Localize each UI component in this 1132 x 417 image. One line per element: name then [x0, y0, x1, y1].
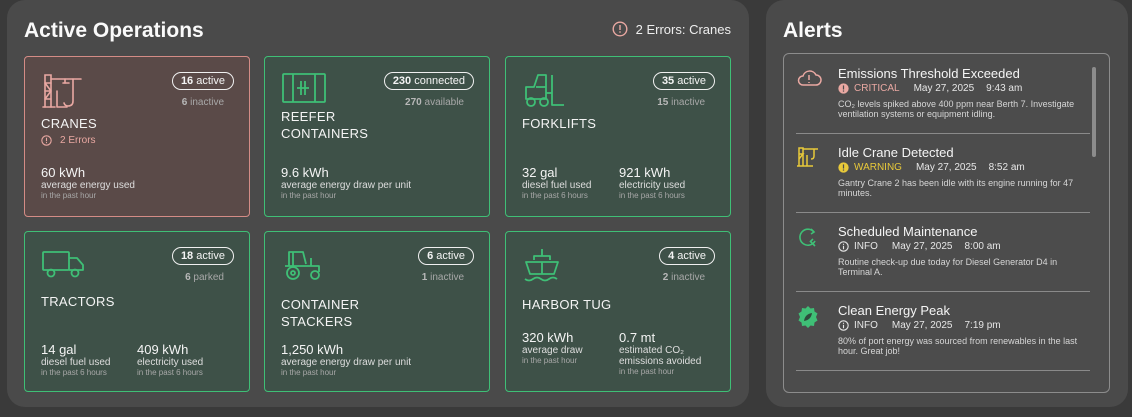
- card-title: CONTAINER STACKERS: [281, 297, 360, 329]
- crane-warning-icon: [796, 145, 824, 172]
- active-count-pill: 16 active: [171, 72, 234, 90]
- alert-description: 80% of port energy was sourced from rene…: [838, 336, 1078, 356]
- alerts-list[interactable]: Emissions Threshold Exceeded CRITICAL Ma…: [783, 53, 1110, 393]
- card-container-stackers[interactable]: 6 active 1 inactive CONTAINER STACKERS 1,…: [264, 231, 490, 392]
- alert-item[interactable]: Idle Crane Detected WARNING May 27, 2025…: [796, 145, 1078, 215]
- active-count-pill: 35 active: [652, 72, 715, 90]
- maintenance-icon: [796, 226, 820, 253]
- warning-icon: [838, 162, 849, 173]
- energy-metric: 9.6 kWh average energy draw per unit in …: [281, 165, 412, 200]
- electricity-metric: 921 kWh electricity used in the past 6 h…: [619, 165, 686, 200]
- inactive-count: 6 inactive: [181, 97, 224, 108]
- alert-meta: WARNING May 27, 2025 8:52 am: [838, 162, 1025, 173]
- card-title: TRACTORS: [41, 294, 115, 309]
- alert-meta: INFO May 27, 2025 7:19 pm: [838, 320, 1001, 331]
- active-count-pill: 18 active: [171, 247, 234, 265]
- panel-title: Alerts: [783, 19, 843, 42]
- card-title: HARBOR TUG: [522, 297, 612, 312]
- inactive-count: 2 inactive: [662, 272, 705, 283]
- divider: [796, 212, 1090, 213]
- scrollbar[interactable]: [1092, 67, 1096, 157]
- card-forklifts[interactable]: 35 active 15 inactive FORKLIFTS 32 gal d…: [505, 56, 731, 217]
- severity-info: INFO: [838, 241, 878, 252]
- alert-item[interactable]: Clean Energy Peak INFO May 27, 2025 7:19 …: [796, 303, 1078, 373]
- alert-meta: INFO May 27, 2025 8:00 am: [838, 241, 1001, 252]
- divider: [796, 291, 1090, 292]
- diesel-metric: 14 gal diesel fuel used in the past 6 ho…: [41, 342, 111, 377]
- alert-title: Emissions Threshold Exceeded: [838, 66, 1020, 81]
- alert-title: Scheduled Maintenance: [838, 224, 978, 239]
- panel-title: Active Operations: [24, 19, 204, 42]
- truck-icon: [41, 246, 87, 285]
- active-count-pill: 4 active: [659, 247, 715, 265]
- inactive-count: 15 inactive: [657, 97, 705, 108]
- alert-item[interactable]: Emissions Threshold Exceeded CRITICAL Ma…: [796, 66, 1078, 136]
- card-harbor-tug[interactable]: 4 active 2 inactive HARBOR TUG 320 kWh a…: [505, 231, 731, 392]
- connected-count-pill: 230 connected: [383, 72, 474, 90]
- card-title: CRANES: [41, 116, 97, 131]
- severity-critical: CRITICAL: [838, 83, 900, 94]
- alerts-panel: Alerts Emissions Threshold Exceeded CRIT…: [766, 0, 1128, 407]
- energy-metric: 1,250 kWh average energy draw per unit i…: [281, 342, 412, 377]
- severity-info: INFO: [838, 320, 878, 331]
- container-icon: [281, 71, 327, 110]
- card-tractors[interactable]: 18 active 6 parked TRACTORS 14 gal diese…: [24, 231, 250, 392]
- parked-count: 6 parked: [185, 272, 224, 283]
- available-count: 270 available: [405, 97, 464, 108]
- divider: [796, 370, 1090, 371]
- error-icon: [612, 21, 628, 37]
- inactive-count: 1 inactive: [421, 272, 464, 283]
- error-summary[interactable]: 2 Errors: Cranes: [612, 21, 731, 37]
- diesel-metric: 32 gal diesel fuel used in the past 6 ho…: [522, 165, 592, 200]
- alert-item[interactable]: Scheduled Maintenance INFO May 27, 2025 8…: [796, 224, 1078, 294]
- electricity-metric: 409 kWh electricity used in the past 6 h…: [137, 342, 204, 377]
- info-icon: [838, 241, 849, 252]
- error-icon: [41, 135, 52, 146]
- alert-description: Routine check-up due today for Diesel Ge…: [838, 257, 1058, 277]
- card-title: REEFER CONTAINERS: [281, 109, 369, 141]
- alert-description: CO₂ levels spiked above 400 ppm near Ber…: [838, 99, 1075, 119]
- crane-icon: [41, 71, 83, 114]
- info-icon: [838, 320, 849, 331]
- energy-metric: 60 kWh average energy used in the past h…: [41, 165, 135, 200]
- active-count-pill: 6 active: [418, 247, 474, 265]
- alert-description: Gantry Crane 2 has been idle with its en…: [838, 178, 1074, 198]
- leaf-badge-icon: [796, 305, 820, 334]
- error-count: 2 Errors: [41, 135, 96, 146]
- cloud-alert-icon: [796, 68, 822, 93]
- card-title: FORKLIFTS: [522, 116, 597, 131]
- active-operations-panel: Active Operations 2 Errors: Cranes 16 ac…: [7, 0, 749, 407]
- tractor-icon: [281, 246, 327, 287]
- divider: [796, 133, 1090, 134]
- alert-title: Clean Energy Peak: [838, 303, 951, 318]
- alert-meta: CRITICAL May 27, 2025 9:43 am: [838, 83, 1022, 94]
- forklift-icon: [522, 71, 568, 114]
- critical-icon: [838, 83, 849, 94]
- alert-title: Idle Crane Detected: [838, 145, 954, 160]
- draw-metric: 320 kWh average draw in the past hour: [522, 330, 583, 365]
- severity-warning: WARNING: [838, 162, 902, 173]
- card-reefer-containers[interactable]: 230 connected 270 available REEFER CONTAI…: [264, 56, 490, 217]
- boat-icon: [522, 246, 562, 289]
- error-summary-text: 2 Errors: Cranes: [635, 21, 731, 37]
- card-cranes[interactable]: 16 active 6 inactive CRANES 2 Errors 60 …: [24, 56, 250, 217]
- emissions-avoided-metric: 0.7 mt estimated CO₂ emissions avoided i…: [619, 330, 702, 376]
